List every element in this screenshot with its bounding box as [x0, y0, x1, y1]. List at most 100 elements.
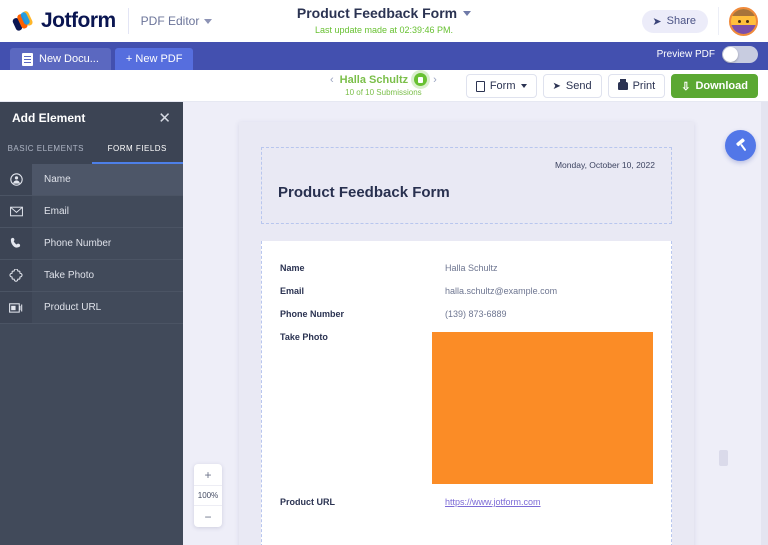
photo-image[interactable] [432, 332, 653, 484]
field-label: Take Photo [280, 332, 432, 484]
sidebar-item-take-photo[interactable]: Take Photo [0, 260, 183, 292]
chevron-left-icon[interactable]: ‹ [330, 74, 334, 86]
close-icon[interactable]: ✕ [158, 111, 171, 126]
title-chevron-down-icon[interactable] [463, 11, 471, 16]
sidebar-item-email[interactable]: Email [0, 196, 183, 228]
pdf-body-block[interactable]: Name Halla Schultz Email halla.schultz@e… [261, 241, 672, 545]
sidebar-item-product-url[interactable]: Product URL [0, 292, 183, 324]
sidebar-item-email-label: Email [32, 206, 69, 217]
avatar[interactable] [729, 7, 758, 36]
form-icon [476, 81, 485, 92]
pdf-field-take-photo[interactable]: Take Photo [280, 332, 653, 484]
form-button-label: Form [490, 80, 516, 92]
tab-basic-elements-label: BASIC ELEMENTS [8, 144, 84, 153]
pdf-field-email[interactable]: Email halla.schultz@example.com [280, 286, 653, 296]
avatar-body [731, 25, 756, 34]
print-button[interactable]: Print [608, 74, 666, 98]
sidebar-item-name-label: Name [32, 174, 71, 185]
top-header: Jotform PDF Editor Product Feedback Form… [0, 0, 768, 42]
form-title-row[interactable]: Product Feedback Form [297, 5, 471, 21]
send-icon: ➤ [553, 81, 561, 92]
submission-row: ‹ Halla Schultz › [330, 73, 437, 86]
share-arrow-icon: ➤ [652, 15, 661, 28]
pdf-field-product-url[interactable]: Product URL https://www.jotform.com [280, 497, 653, 507]
pdf-canvas: Monday, October 10, 2022 Product Feedbac… [183, 102, 768, 545]
zoom-in-button[interactable]: + [194, 464, 222, 485]
product-url-link[interactable]: https://www.jotform.com [445, 497, 541, 507]
sidebar-item-phone-number-label: Phone Number [32, 238, 111, 249]
download-button[interactable]: ⇩ Download [671, 74, 758, 98]
preview-pdf-toggle[interactable] [722, 46, 758, 63]
submission-navigator: ‹ Halla Schultz › 10 of 10 Submissions [330, 73, 437, 97]
puzzle-icon [0, 260, 32, 291]
share-button[interactable]: ➤ Share [642, 10, 708, 33]
avatar-hair [731, 9, 756, 16]
zoom-control: + 100% − [194, 464, 222, 527]
document-tab-bar: New Docu... + New PDF Preview PDF [0, 42, 768, 70]
pdf-header-block[interactable]: Monday, October 10, 2022 Product Feedbac… [261, 147, 672, 224]
chevron-down-icon [521, 84, 527, 88]
form-button[interactable]: Form [466, 74, 537, 98]
document-icon [22, 53, 33, 66]
panel-title: Add Element [12, 111, 85, 125]
user-circle-icon [0, 164, 32, 195]
sidebar-item-phone-number[interactable]: Phone Number [0, 228, 183, 260]
product-menu-label: PDF Editor [141, 14, 200, 28]
chevron-down-icon [204, 19, 212, 24]
zoom-out-button[interactable]: − [194, 506, 222, 527]
pdf-field-name[interactable]: Name Halla Schultz [280, 263, 653, 273]
avatar-eye-left [738, 20, 741, 23]
submission-status-badge[interactable] [414, 73, 427, 86]
tab-form-fields-label: FORM FIELDS [108, 144, 167, 153]
canvas-scroll-thumb[interactable] [719, 450, 728, 466]
phone-icon [0, 228, 32, 259]
sidebar-item-product-url-label: Product URL [32, 302, 101, 313]
preview-pdf-control: Preview PDF [657, 46, 758, 63]
actions-divider [718, 7, 719, 35]
tab-new-document[interactable]: New Docu... [10, 48, 111, 70]
submission-toolbar: ‹ Halla Schultz › 10 of 10 Submissions F… [0, 70, 768, 102]
add-element-panel: Add Element ✕ BASIC ELEMENTS FORM FIELDS… [0, 102, 183, 545]
header-actions: ➤ Share [642, 0, 768, 42]
brand-logo[interactable]: Jotform [12, 9, 116, 33]
tab-new-pdf[interactable]: + New PDF [115, 48, 194, 70]
zoom-level: 100% [194, 485, 222, 506]
sidebar-item-take-photo-label: Take Photo [32, 270, 94, 281]
send-button[interactable]: ➤ Send [543, 74, 602, 98]
pdf-field-phone-number[interactable]: Phone Number (139) 873-6889 [280, 309, 653, 319]
chevron-right-icon[interactable]: › [433, 74, 437, 86]
field-value: (139) 873-6889 [445, 309, 507, 319]
pdf-title: Product Feedback Form [278, 184, 655, 201]
download-button-label: Download [695, 80, 748, 92]
tab-form-fields[interactable]: FORM FIELDS [92, 134, 184, 164]
field-value: Halla Schultz [445, 263, 498, 273]
header-divider [128, 8, 129, 34]
canvas-scrollbar[interactable] [761, 102, 768, 545]
app-root: Jotform PDF Editor Product Feedback Form… [0, 0, 768, 545]
field-label: Product URL [280, 497, 445, 507]
envelope-icon [0, 196, 32, 227]
print-button-label: Print [633, 80, 656, 92]
send-button-label: Send [566, 80, 592, 92]
field-value: halla.schultz@example.com [445, 286, 557, 296]
paint-roller-icon[interactable] [725, 130, 756, 161]
field-label: Phone Number [280, 309, 445, 319]
sidebar-item-name[interactable]: Name [0, 164, 183, 196]
share-button-label: Share [667, 15, 696, 27]
tab-new-pdf-label: + New PDF [126, 53, 183, 65]
product-menu[interactable]: PDF Editor [141, 14, 213, 28]
pdf-page[interactable]: Monday, October 10, 2022 Product Feedbac… [239, 122, 694, 545]
panel-header: Add Element ✕ [0, 102, 183, 134]
brand-name: Jotform [41, 9, 116, 33]
badge-inner-icon [418, 77, 423, 83]
tab-new-document-label: New Docu... [39, 53, 99, 65]
jotform-logo-icon [12, 9, 36, 33]
pdf-date: Monday, October 10, 2022 [278, 160, 655, 170]
field-label: Name [280, 263, 445, 273]
preview-pdf-label: Preview PDF [657, 49, 715, 60]
toggle-knob [723, 47, 738, 62]
printer-icon [618, 82, 628, 90]
panel-tabs: BASIC ELEMENTS FORM FIELDS [0, 134, 183, 164]
submission-count: 10 of 10 Submissions [345, 88, 422, 97]
tab-basic-elements[interactable]: BASIC ELEMENTS [0, 134, 92, 164]
